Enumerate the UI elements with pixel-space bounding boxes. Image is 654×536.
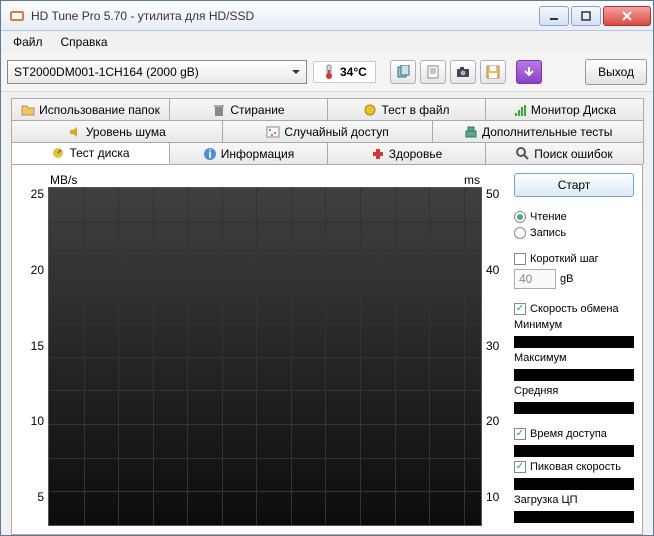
tab-noise-level[interactable]: Уровень шума: [11, 120, 223, 142]
y-axis-right: 50 40 30 20 10: [482, 173, 506, 526]
step-size-spinner: gB: [514, 269, 634, 289]
app-window: HD Tune Pro 5.70 - утилита для HD/SSD Фа…: [0, 0, 654, 536]
speaker-icon: [68, 125, 82, 139]
svg-text:i: i: [208, 147, 211, 161]
temperature-display: 34°C: [313, 61, 376, 83]
benchmark-chart: [48, 187, 482, 526]
drive-select[interactable]: ST2000DM001-1CH164 (2000 gB): [7, 60, 307, 84]
monitor-icon: [513, 103, 527, 117]
tab-folder-usage[interactable]: Использование папок: [11, 98, 170, 120]
write-radio-row[interactable]: Запись: [514, 227, 634, 239]
thermometer-icon: [322, 64, 336, 80]
minimize-button[interactable]: [539, 6, 569, 26]
titlebar: HD Tune Pro 5.70 - утилита для HD/SSD: [1, 1, 653, 31]
maximum-label: Максимум: [514, 352, 634, 364]
tab-file-test[interactable]: Тест в файл: [327, 98, 486, 120]
burst-rate-row[interactable]: Пиковая скорость: [514, 461, 634, 473]
copy-info-button[interactable]: [390, 60, 416, 84]
window-title: HD Tune Pro 5.70 - утилита для HD/SSD: [31, 9, 539, 23]
trash-icon: [212, 103, 226, 117]
screenshot-button[interactable]: [450, 60, 476, 84]
copy-text-button[interactable]: [420, 60, 446, 84]
info-icon: i: [203, 147, 217, 161]
average-value: [514, 402, 634, 414]
maximum-value: [514, 369, 634, 381]
read-radio[interactable]: [514, 211, 526, 223]
tab-error-scan[interactable]: Поиск ошибок: [485, 142, 644, 164]
write-radio[interactable]: [514, 227, 526, 239]
average-label: Средняя: [514, 385, 634, 397]
short-step-row[interactable]: Короткий шаг: [514, 253, 634, 265]
y-axis-left: 25 20 15 10 5: [20, 173, 48, 526]
benchmark-icon: [51, 146, 65, 160]
step-size-input[interactable]: [514, 269, 556, 289]
burst-rate-check[interactable]: [514, 461, 526, 473]
short-step-check[interactable]: [514, 253, 526, 265]
file-test-icon: [363, 103, 377, 117]
side-panel: Старт Чтение Запись Короткий шаг gB Скор…: [514, 173, 634, 526]
tab-info[interactable]: iИнформация: [169, 142, 328, 164]
search-icon: [516, 147, 530, 161]
tab-random-access[interactable]: Случайный доступ: [222, 120, 434, 142]
refresh-button[interactable]: [516, 60, 542, 84]
random-icon: [266, 125, 280, 139]
temperature-value: 34°C: [340, 65, 367, 79]
access-time-check[interactable]: [514, 428, 526, 440]
cpu-usage-value: [514, 511, 634, 523]
y-right-unit: ms: [464, 173, 480, 187]
start-button[interactable]: Старт: [514, 173, 634, 197]
menu-help[interactable]: Справка: [53, 33, 116, 51]
tab-disk-monitor[interactable]: Монитор Диска: [485, 98, 644, 120]
burst-rate-value: [514, 478, 634, 490]
folder-icon: [21, 103, 35, 117]
transfer-rate-check[interactable]: [514, 303, 526, 315]
close-button[interactable]: [603, 6, 651, 26]
tab-extra-tests[interactable]: Дополнительные тесты: [432, 120, 644, 142]
read-radio-row[interactable]: Чтение: [514, 211, 634, 223]
drive-select-value: ST2000DM001-1CH164 (2000 gB): [14, 65, 199, 79]
tab-health[interactable]: Здоровье: [327, 142, 486, 164]
save-button[interactable]: [480, 60, 506, 84]
access-time-value: [514, 445, 634, 457]
exit-button[interactable]: Выход: [585, 59, 647, 85]
minimum-label: Минимум: [514, 319, 634, 331]
toolbar: ST2000DM001-1CH164 (2000 gB) 34°C Выход: [1, 53, 653, 92]
tab-disk-test[interactable]: Тест диска: [11, 142, 170, 164]
health-icon: [371, 147, 385, 161]
transfer-rate-row[interactable]: Скорость обмена: [514, 303, 634, 315]
menubar: Файл Справка: [1, 31, 653, 53]
app-icon: [9, 8, 25, 24]
tabs: Использование папок Стирание Тест в файл…: [11, 98, 643, 164]
maximize-button[interactable]: [571, 6, 601, 26]
extra-icon: [464, 125, 478, 139]
menu-file[interactable]: Файл: [5, 33, 51, 51]
chart-area: 25 20 15 10 5 MB/s ms: [20, 173, 506, 526]
access-time-row[interactable]: Время доступа: [514, 428, 634, 440]
y-left-unit: MB/s: [50, 173, 77, 187]
cpu-usage-label: Загрузка ЦП: [514, 494, 634, 506]
tab-erase[interactable]: Стирание: [169, 98, 328, 120]
tab-body: 25 20 15 10 5 MB/s ms: [11, 164, 643, 535]
content-area: Использование папок Стирание Тест в файл…: [1, 92, 653, 535]
minimum-value: [514, 336, 634, 348]
